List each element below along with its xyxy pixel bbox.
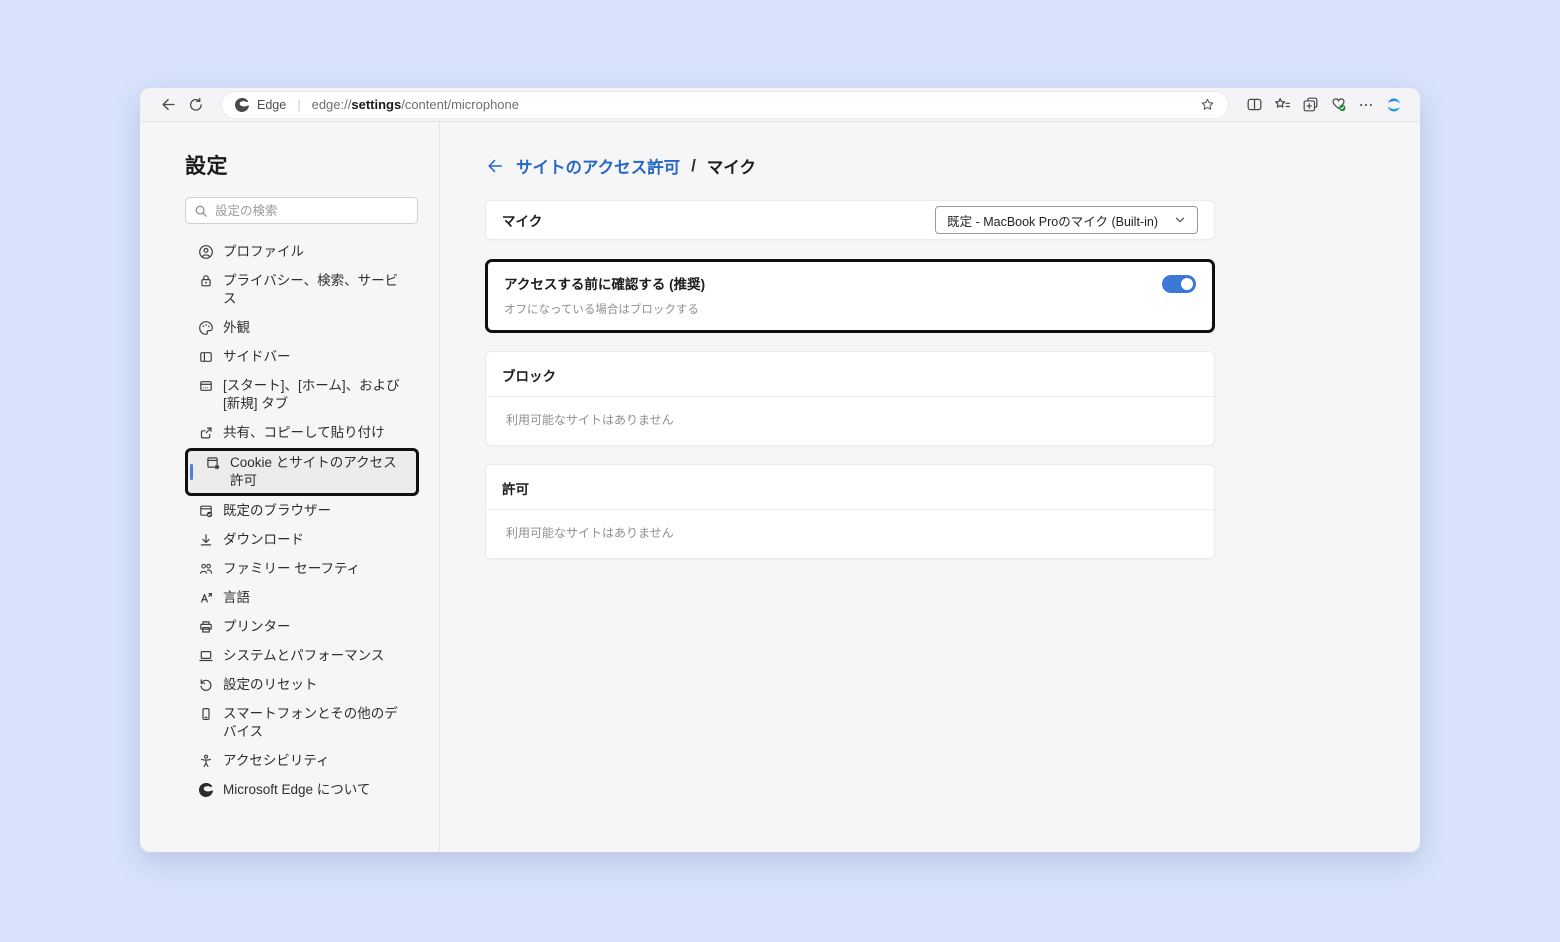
microphone-device-row: マイク 既定 - MacBook Proのマイク (Built-in) — [485, 200, 1215, 240]
sidebar-item-label: 共有、コピーして貼り付け — [223, 425, 385, 440]
family-safety-icon — [198, 561, 214, 577]
sidebar-item-label: プリンター — [223, 619, 291, 634]
sidebar-item-label: ファミリー セーフティ — [223, 561, 361, 576]
dropdown-selected-value: 既定 - MacBook Proのマイク (Built-in) — [947, 214, 1158, 229]
address-divider: | — [297, 97, 301, 112]
edge-logo-icon — [198, 782, 214, 798]
default-browser-icon — [198, 503, 214, 519]
sidebar-nav: プロファイル プライバシー、検索、サービス 外観 サイドバー [スタート]、[ホ — [185, 238, 419, 804]
profile-icon — [198, 244, 214, 260]
sidebar-item-privacy[interactable]: プライバシー、検索、サービス — [185, 267, 419, 313]
url-text: edge://settings/content/microphone — [311, 97, 519, 112]
privacy-lock-icon — [198, 273, 214, 289]
printer-icon — [198, 619, 214, 635]
sidebar-item-label: プロファイル — [223, 244, 304, 259]
sidebar-item-label: プライバシー、検索、サービス — [223, 273, 399, 306]
sidebar-item-about-edge[interactable]: Microsoft Edge について — [185, 776, 419, 804]
address-bar[interactable]: Edge | edge://settings/content/microphon… — [222, 91, 1228, 118]
block-section-title: ブロック — [486, 352, 1214, 397]
site-label: Edge — [257, 97, 287, 112]
ask-before-access-subtitle: オフになっている場合はブロックする — [504, 304, 699, 316]
sidebar-item-label: 外観 — [223, 320, 250, 335]
allow-section-title: 許可 — [486, 465, 1214, 510]
sidebar-item-label: ダウンロード — [223, 532, 304, 547]
chevron-down-icon — [1174, 214, 1186, 226]
settings-search[interactable] — [185, 197, 418, 224]
back-icon[interactable] — [154, 91, 182, 119]
ask-before-access-title: アクセスする前に確認する (推奨) — [504, 277, 706, 292]
system-performance-icon — [198, 648, 214, 664]
sidebar-item-sidebar[interactable]: サイドバー — [185, 343, 419, 371]
sidebar-item-share-copy-paste[interactable]: 共有、コピーして貼り付け — [185, 419, 419, 447]
browser-essentials-icon[interactable] — [1324, 91, 1352, 119]
breadcrumb: サイトのアクセス許可 / マイク — [485, 154, 1420, 178]
sidebar-item-printers[interactable]: プリンター — [185, 613, 419, 641]
settings-title: 設定 — [185, 155, 228, 178]
allow-empty-message: 利用可能なサイトはありません — [506, 526, 674, 540]
search-input[interactable] — [215, 203, 409, 218]
sidebar-item-label: Cookie とサイトのアクセス許可 — [230, 455, 397, 488]
languages-icon — [198, 590, 214, 606]
ask-before-access-card: アクセスする前に確認する (推奨) オフになっている場合はブロックする — [485, 259, 1215, 333]
sidebar-panel-icon — [198, 349, 214, 365]
sidebar-item-family-safety[interactable]: ファミリー セーフティ — [185, 555, 419, 583]
sidebar-item-downloads[interactable]: ダウンロード — [185, 526, 419, 554]
sidebar-item-label: アクセシビリティ — [223, 753, 330, 768]
sidebar-item-label: 既定のブラウザー — [223, 503, 331, 518]
reset-settings-icon — [198, 677, 214, 693]
sidebar-item-languages[interactable]: 言語 — [185, 584, 419, 612]
search-icon — [194, 204, 208, 218]
sidebar-item-reset-settings[interactable]: 設定のリセット — [185, 671, 419, 699]
sidebar-item-label: [スタート]、[ホーム]、および [新規] タブ — [223, 378, 400, 411]
sidebar-item-system-performance[interactable]: システムとパフォーマンス — [185, 642, 419, 670]
start-home-tabs-icon — [198, 378, 214, 394]
more-menu-icon[interactable] — [1352, 91, 1380, 119]
back-arrow-icon[interactable] — [485, 156, 505, 176]
cookies-permissions-icon — [205, 455, 221, 471]
block-section: ブロック 利用可能なサイトはありません — [485, 351, 1215, 446]
sidebar-item-label: サイドバー — [223, 349, 291, 364]
sidebar-item-label: システムとパフォーマンス — [223, 648, 385, 663]
copilot-icon[interactable] — [1380, 91, 1408, 119]
allow-section: 許可 利用可能なサイトはありません — [485, 464, 1215, 559]
sidebar-item-phone-devices[interactable]: スマートフォンとその他のデバイス — [185, 700, 419, 746]
sidebar-item-label: スマートフォンとその他のデバイス — [223, 706, 398, 739]
microphone-row-label: マイク — [502, 214, 543, 229]
sidebar-item-label: 設定のリセット — [223, 677, 318, 692]
edge-site-icon — [234, 97, 250, 113]
breadcrumb-site-permissions-link[interactable]: サイトのアクセス許可 — [516, 154, 680, 178]
settings-sidebar: 設定 プロファイル プライバシー、検索、サービス 外観 — [140, 122, 440, 851]
breadcrumb-separator: / — [691, 156, 696, 175]
phone-devices-icon — [198, 706, 214, 722]
microphone-device-dropdown[interactable]: 既定 - MacBook Proのマイク (Built-in) — [935, 206, 1198, 234]
sidebar-item-label: 言語 — [223, 590, 250, 605]
reload-icon[interactable] — [182, 91, 210, 119]
downloads-icon — [198, 532, 214, 548]
favorite-star-icon[interactable] — [1194, 92, 1220, 118]
ask-before-access-toggle[interactable] — [1162, 275, 1196, 293]
collections-icon[interactable] — [1296, 91, 1324, 119]
appearance-palette-icon — [198, 320, 214, 336]
sidebar-item-profiles[interactable]: プロファイル — [185, 238, 419, 266]
browser-toolbar: Edge | edge://settings/content/microphon… — [140, 88, 1420, 122]
accessibility-icon — [198, 753, 214, 769]
sidebar-item-label: Microsoft Edge について — [223, 782, 371, 797]
page-title: マイク — [706, 159, 756, 177]
sidebar-item-accessibility[interactable]: アクセシビリティ — [185, 747, 419, 775]
sidebar-item-start-home-tabs[interactable]: [スタート]、[ホーム]、および [新規] タブ — [185, 372, 419, 418]
sidebar-item-cookies-site-permissions[interactable]: Cookie とサイトのアクセス許可 — [185, 448, 419, 496]
sidebar-item-appearance[interactable]: 外観 — [185, 314, 419, 342]
block-empty-message: 利用可能なサイトはありません — [506, 413, 674, 427]
split-screen-icon[interactable] — [1240, 91, 1268, 119]
settings-content: サイトのアクセス許可 / マイク マイク 既定 - MacBook Proのマイ… — [440, 122, 1420, 851]
share-copy-paste-icon — [198, 425, 214, 441]
browser-window: Edge | edge://settings/content/microphon… — [140, 88, 1420, 852]
favorites-icon[interactable] — [1268, 91, 1296, 119]
sidebar-item-default-browser[interactable]: 既定のブラウザー — [185, 497, 419, 525]
